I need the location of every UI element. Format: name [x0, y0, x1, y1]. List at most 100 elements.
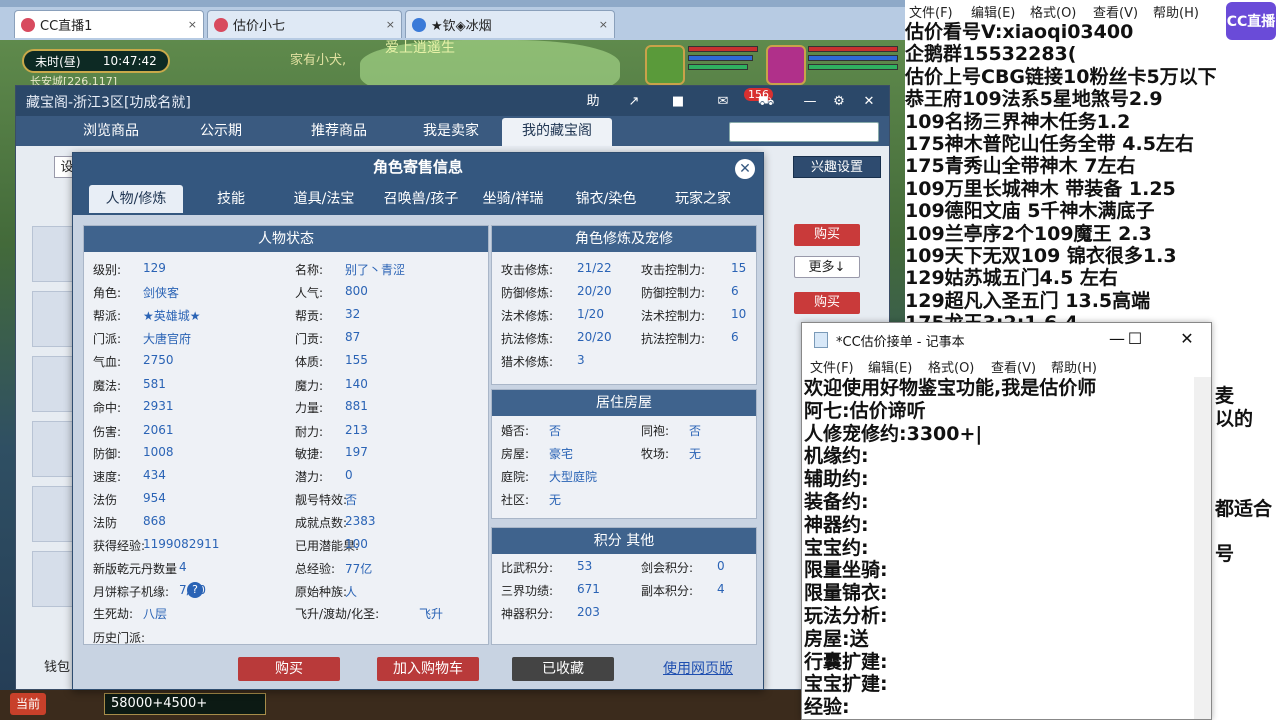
tab-cc-live[interactable]: CC直播1 ×: [14, 10, 204, 38]
house-row-label: 房屋:: [501, 447, 530, 461]
notepad-text-area[interactable]: 欢迎使用好物鉴宝功能,我是估价师 阿七:估价谛听 人修宠修约:3300+| 机缘约: 辅…: [804, 377, 1204, 719]
minimize-icon[interactable]: —: [800, 92, 820, 112]
status-row-label: 门贡:: [295, 332, 324, 346]
tab-public[interactable]: 公示期: [176, 118, 266, 146]
close-icon[interactable]: ✕: [1172, 329, 1202, 349]
status-row-value: 1199082911: [143, 537, 220, 551]
menu-file[interactable]: 文件(F): [909, 2, 953, 21]
tab-appraiser[interactable]: 估价小七 ×: [207, 10, 402, 38]
menu-edit[interactable]: 编辑(E): [971, 2, 1015, 21]
tab-skills[interactable]: 技能: [189, 185, 273, 213]
status-row-value: 581: [143, 377, 166, 391]
gear-icon[interactable]: ⚙: [829, 92, 849, 112]
status-row: 耐力: 213: [295, 423, 368, 440]
maximize-icon[interactable]: ☐: [1120, 329, 1150, 349]
cultivation-row: 防御控制力: 6: [641, 284, 739, 301]
favorited-button[interactable]: 已收藏: [512, 657, 614, 681]
menu-view[interactable]: 查看(V): [991, 357, 1036, 376]
status-row-value: 2383: [345, 514, 376, 528]
add-to-cart-button[interactable]: 加入购物车: [377, 657, 479, 681]
cultivation-row-value: 20/20: [577, 330, 612, 344]
tab-mounts[interactable]: 坐骑/祥瑞: [473, 185, 553, 213]
status-row-label: 潜力:: [295, 470, 324, 484]
notepad-scrollbar[interactable]: [1194, 377, 1211, 719]
cart-icon[interactable]: ⛟: [756, 92, 776, 112]
menu-edit[interactable]: 编辑(E): [868, 357, 912, 376]
status-row-label: 耐力:: [295, 425, 324, 439]
tab-home[interactable]: 玩家之家: [655, 185, 751, 213]
tab-player[interactable]: ★钦◈冰烟 ×: [405, 10, 615, 38]
status-row: 级别: 129: [93, 261, 166, 278]
menu-view[interactable]: 查看(V): [1093, 2, 1138, 21]
more-button[interactable]: 更多↓: [794, 256, 860, 278]
house-panel: 居住房屋: [491, 389, 757, 519]
tab-character[interactable]: 人物/修炼: [89, 185, 183, 213]
status-row-value: 别了丶青涩: [345, 263, 406, 277]
cultivation-row-label: 攻击修炼:: [501, 263, 554, 277]
search-input[interactable]: [729, 122, 879, 142]
chat-input[interactable]: 58000+4500+: [104, 693, 266, 715]
close-icon[interactable]: ×: [599, 18, 608, 31]
share-icon[interactable]: ↗: [624, 92, 644, 112]
close-icon[interactable]: ×: [188, 18, 197, 31]
game-icon: [412, 17, 426, 32]
tab-browse[interactable]: 浏览商品: [56, 118, 166, 146]
score-row-label: 比武积分:: [501, 561, 554, 575]
close-icon[interactable]: ×: [386, 18, 395, 31]
menu-file[interactable]: 文件(F): [810, 357, 854, 376]
status-row: 力量: 881: [295, 399, 368, 416]
house-row: 同袍: 否: [641, 422, 701, 439]
dialog-tabs: 人物/修炼 技能 道具/法宝 召唤兽/孩子 坐骑/祥瑞 锦衣/染色 玩家之家: [73, 181, 763, 215]
stream-notes-lines: 估价看号V:xiaoqi03400 企鹅群15532283(估价上号CBG链接10…: [905, 21, 1280, 334]
status-row: 帮派: ★英雄城★: [93, 307, 201, 324]
notepad-line: 房屋:送: [804, 627, 869, 650]
menu-format[interactable]: 格式(O): [928, 357, 974, 376]
stop-icon[interactable]: ■: [668, 92, 688, 112]
status-row-value: 八层: [143, 607, 168, 621]
status-row-value: 2750: [143, 353, 174, 367]
cultivation-row-label: 防御修炼:: [501, 286, 554, 300]
cultivation-row-label: 法术修炼:: [501, 309, 554, 323]
tab-outfits[interactable]: 锦衣/染色: [561, 185, 651, 213]
close-icon[interactable]: ✕: [735, 159, 755, 179]
status-row-label: 魔力:: [295, 379, 324, 393]
message-icon[interactable]: ✉: [713, 92, 733, 112]
buy-button[interactable]: 购买: [238, 657, 340, 681]
notepad-line: 机缘约:: [804, 445, 869, 468]
status-row-value: 人: [345, 585, 358, 599]
buy-button[interactable]: 购买: [794, 224, 860, 246]
cultivation-row: 抗法控制力: 6: [641, 330, 739, 347]
pet-avatar[interactable]: [645, 45, 685, 85]
cultivation-row-value: 21/22: [577, 261, 612, 275]
player-status-bars: [808, 46, 908, 73]
menu-format[interactable]: 格式(O): [1030, 2, 1076, 21]
score-row: 神器积分: 203: [501, 605, 600, 622]
menu-help[interactable]: 帮助(H): [1153, 2, 1199, 21]
tab-seller[interactable]: 我是卖家: [396, 118, 506, 146]
notepad-icon: [814, 332, 828, 348]
notepad-line: 限量坐骑:: [804, 559, 888, 582]
tab-pets[interactable]: 召唤兽/孩子: [373, 185, 469, 213]
buy-button[interactable]: 购买: [794, 292, 860, 314]
web-version-link[interactable]: 使用网页版: [653, 657, 743, 681]
score-row: 副本积分: 4: [641, 582, 725, 599]
player-avatar[interactable]: [766, 45, 806, 85]
house-row-value: 否: [689, 424, 702, 438]
cc-icon: [214, 17, 228, 32]
notepad-line: 人修宠修约:3300+|: [804, 422, 983, 445]
chat-channel-button[interactable]: 当前: [10, 693, 46, 715]
help-question-icon[interactable]: ?: [187, 582, 203, 598]
scene-title-text: 爱上逍遥生: [385, 40, 455, 56]
interest-settings-button[interactable]: 兴趣设置: [793, 156, 881, 178]
status-row-value: 155: [345, 353, 368, 367]
close-icon[interactable]: ✕: [859, 92, 879, 112]
status-row-label: 历史门派:: [93, 631, 146, 645]
status-row-label: 角色:: [93, 286, 122, 300]
notes-line: 估价上号CBG链接10粉丝卡5万以下: [905, 65, 1217, 88]
tab-items[interactable]: 道具/法宝: [279, 185, 369, 213]
help-button[interactable]: 助: [583, 92, 603, 112]
tab-my-cbg[interactable]: 我的藏宝阁: [502, 118, 612, 146]
status-row-value: 4: [179, 560, 187, 574]
menu-help[interactable]: 帮助(H): [1051, 357, 1097, 376]
tab-recommend[interactable]: 推荐商品: [284, 118, 394, 146]
